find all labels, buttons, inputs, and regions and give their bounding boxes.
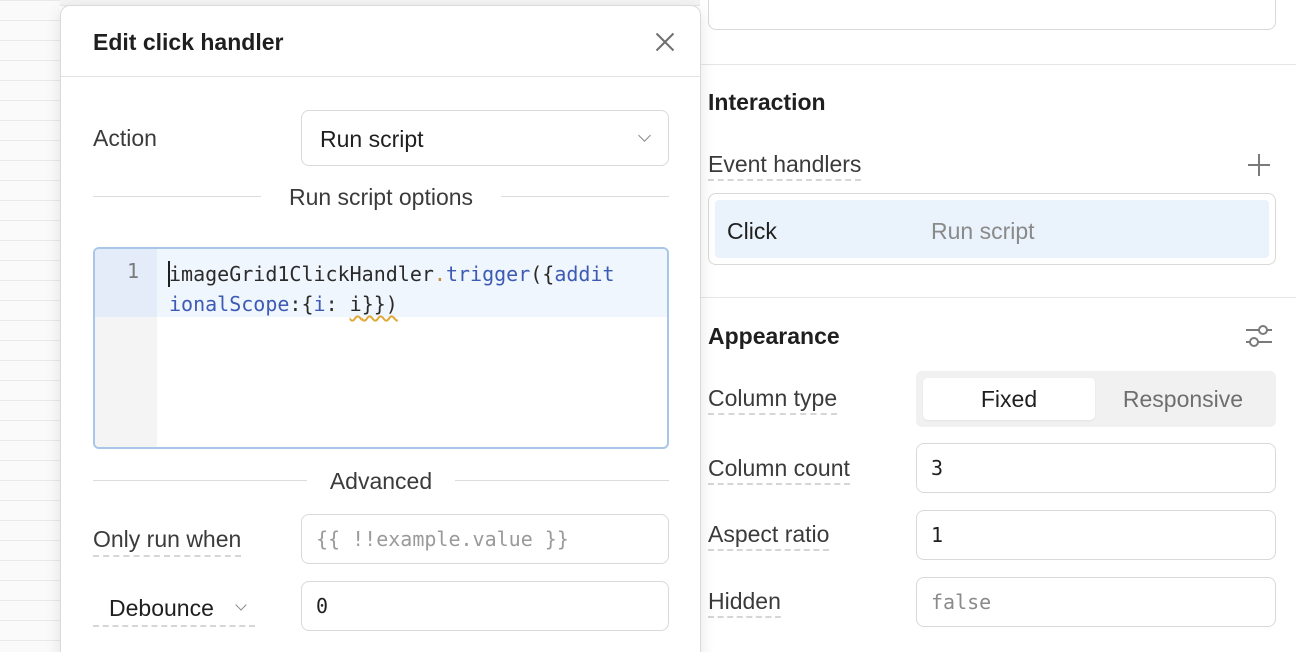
chevron-down-icon bbox=[638, 129, 651, 142]
inspector-panel: Interaction Event handlers Click Run scr… bbox=[700, 0, 1296, 652]
dialog-header-divider bbox=[61, 76, 700, 77]
action-select[interactable]: Run script bbox=[301, 110, 669, 166]
separator-line bbox=[93, 196, 261, 197]
code-token: :{ bbox=[289, 292, 314, 316]
debounce-input[interactable]: 0 bbox=[301, 581, 669, 631]
code-token: : bbox=[325, 292, 350, 316]
action-label: Action bbox=[93, 125, 157, 151]
code-token: trigger bbox=[445, 262, 531, 286]
column-type-responsive-option[interactable]: Responsive bbox=[1097, 378, 1269, 420]
aspect-ratio-input[interactable]: 1 bbox=[916, 510, 1276, 560]
sliders-icon[interactable] bbox=[1244, 322, 1274, 350]
code-token-warning: }}) bbox=[361, 292, 398, 316]
line-number: 1 bbox=[126, 259, 139, 283]
debounce-label: Debounce bbox=[109, 595, 214, 621]
appearance-section-title: Appearance bbox=[708, 323, 840, 349]
code-line-1: imageGrid1ClickHandler.trigger({addit io… bbox=[169, 259, 661, 319]
column-type-fixed-option[interactable]: Fixed bbox=[923, 378, 1095, 420]
event-handler-list: Click Run script bbox=[708, 193, 1276, 265]
separator-line bbox=[93, 480, 307, 481]
chevron-down-icon bbox=[235, 599, 247, 611]
script-code-editor[interactable]: 1 imageGrid1ClickHandler.trigger({addit … bbox=[93, 247, 669, 449]
aspect-ratio-label: Aspect ratio bbox=[708, 521, 830, 551]
only-run-when-input[interactable]: {{ !!example.value }} bbox=[301, 514, 669, 564]
dialog-title: Edit click handler bbox=[93, 29, 284, 55]
hidden-input[interactable]: false bbox=[916, 577, 1276, 627]
column-type-toggle: Fixed Responsive bbox=[916, 371, 1276, 427]
code-token: . bbox=[433, 262, 446, 286]
debounce-dropdown[interactable]: Debounce bbox=[93, 593, 255, 627]
code-token: addit bbox=[554, 262, 615, 286]
action-select-value: Run script bbox=[320, 126, 424, 152]
separator-line bbox=[501, 196, 669, 197]
handler-event-name: Click bbox=[727, 218, 777, 244]
only-run-when-label: Only run when bbox=[93, 526, 242, 557]
hidden-label: Hidden bbox=[708, 588, 781, 618]
column-count-input[interactable]: 3 bbox=[916, 443, 1276, 493]
code-token: i bbox=[313, 292, 326, 316]
close-icon[interactable] bbox=[651, 28, 679, 56]
event-handlers-label: Event handlers bbox=[708, 151, 862, 181]
edit-click-handler-dialog: Edit click handler Action Run script Run… bbox=[60, 5, 701, 652]
event-handler-row[interactable]: Click Run script bbox=[715, 200, 1269, 258]
inspector-top-field[interactable] bbox=[708, 0, 1276, 30]
add-event-handler-icon[interactable] bbox=[1244, 150, 1274, 180]
handler-action-name: Run script bbox=[931, 218, 1035, 244]
advanced-heading: Advanced bbox=[329, 468, 433, 494]
code-token: imageGrid1ClickHandler bbox=[169, 262, 434, 286]
interaction-section-title: Interaction bbox=[708, 89, 826, 115]
column-count-label: Column count bbox=[708, 455, 850, 485]
code-token: ionalScope bbox=[169, 292, 290, 316]
code-token-warning: i bbox=[349, 292, 362, 316]
run-script-options-heading: Run script options bbox=[288, 184, 474, 210]
code-token: ({ bbox=[530, 262, 555, 286]
column-type-label: Column type bbox=[708, 385, 838, 415]
canvas-grid-background bbox=[0, 0, 60, 652]
inspector-divider bbox=[700, 297, 1296, 298]
separator-line bbox=[455, 480, 669, 481]
inspector-divider bbox=[700, 64, 1296, 65]
